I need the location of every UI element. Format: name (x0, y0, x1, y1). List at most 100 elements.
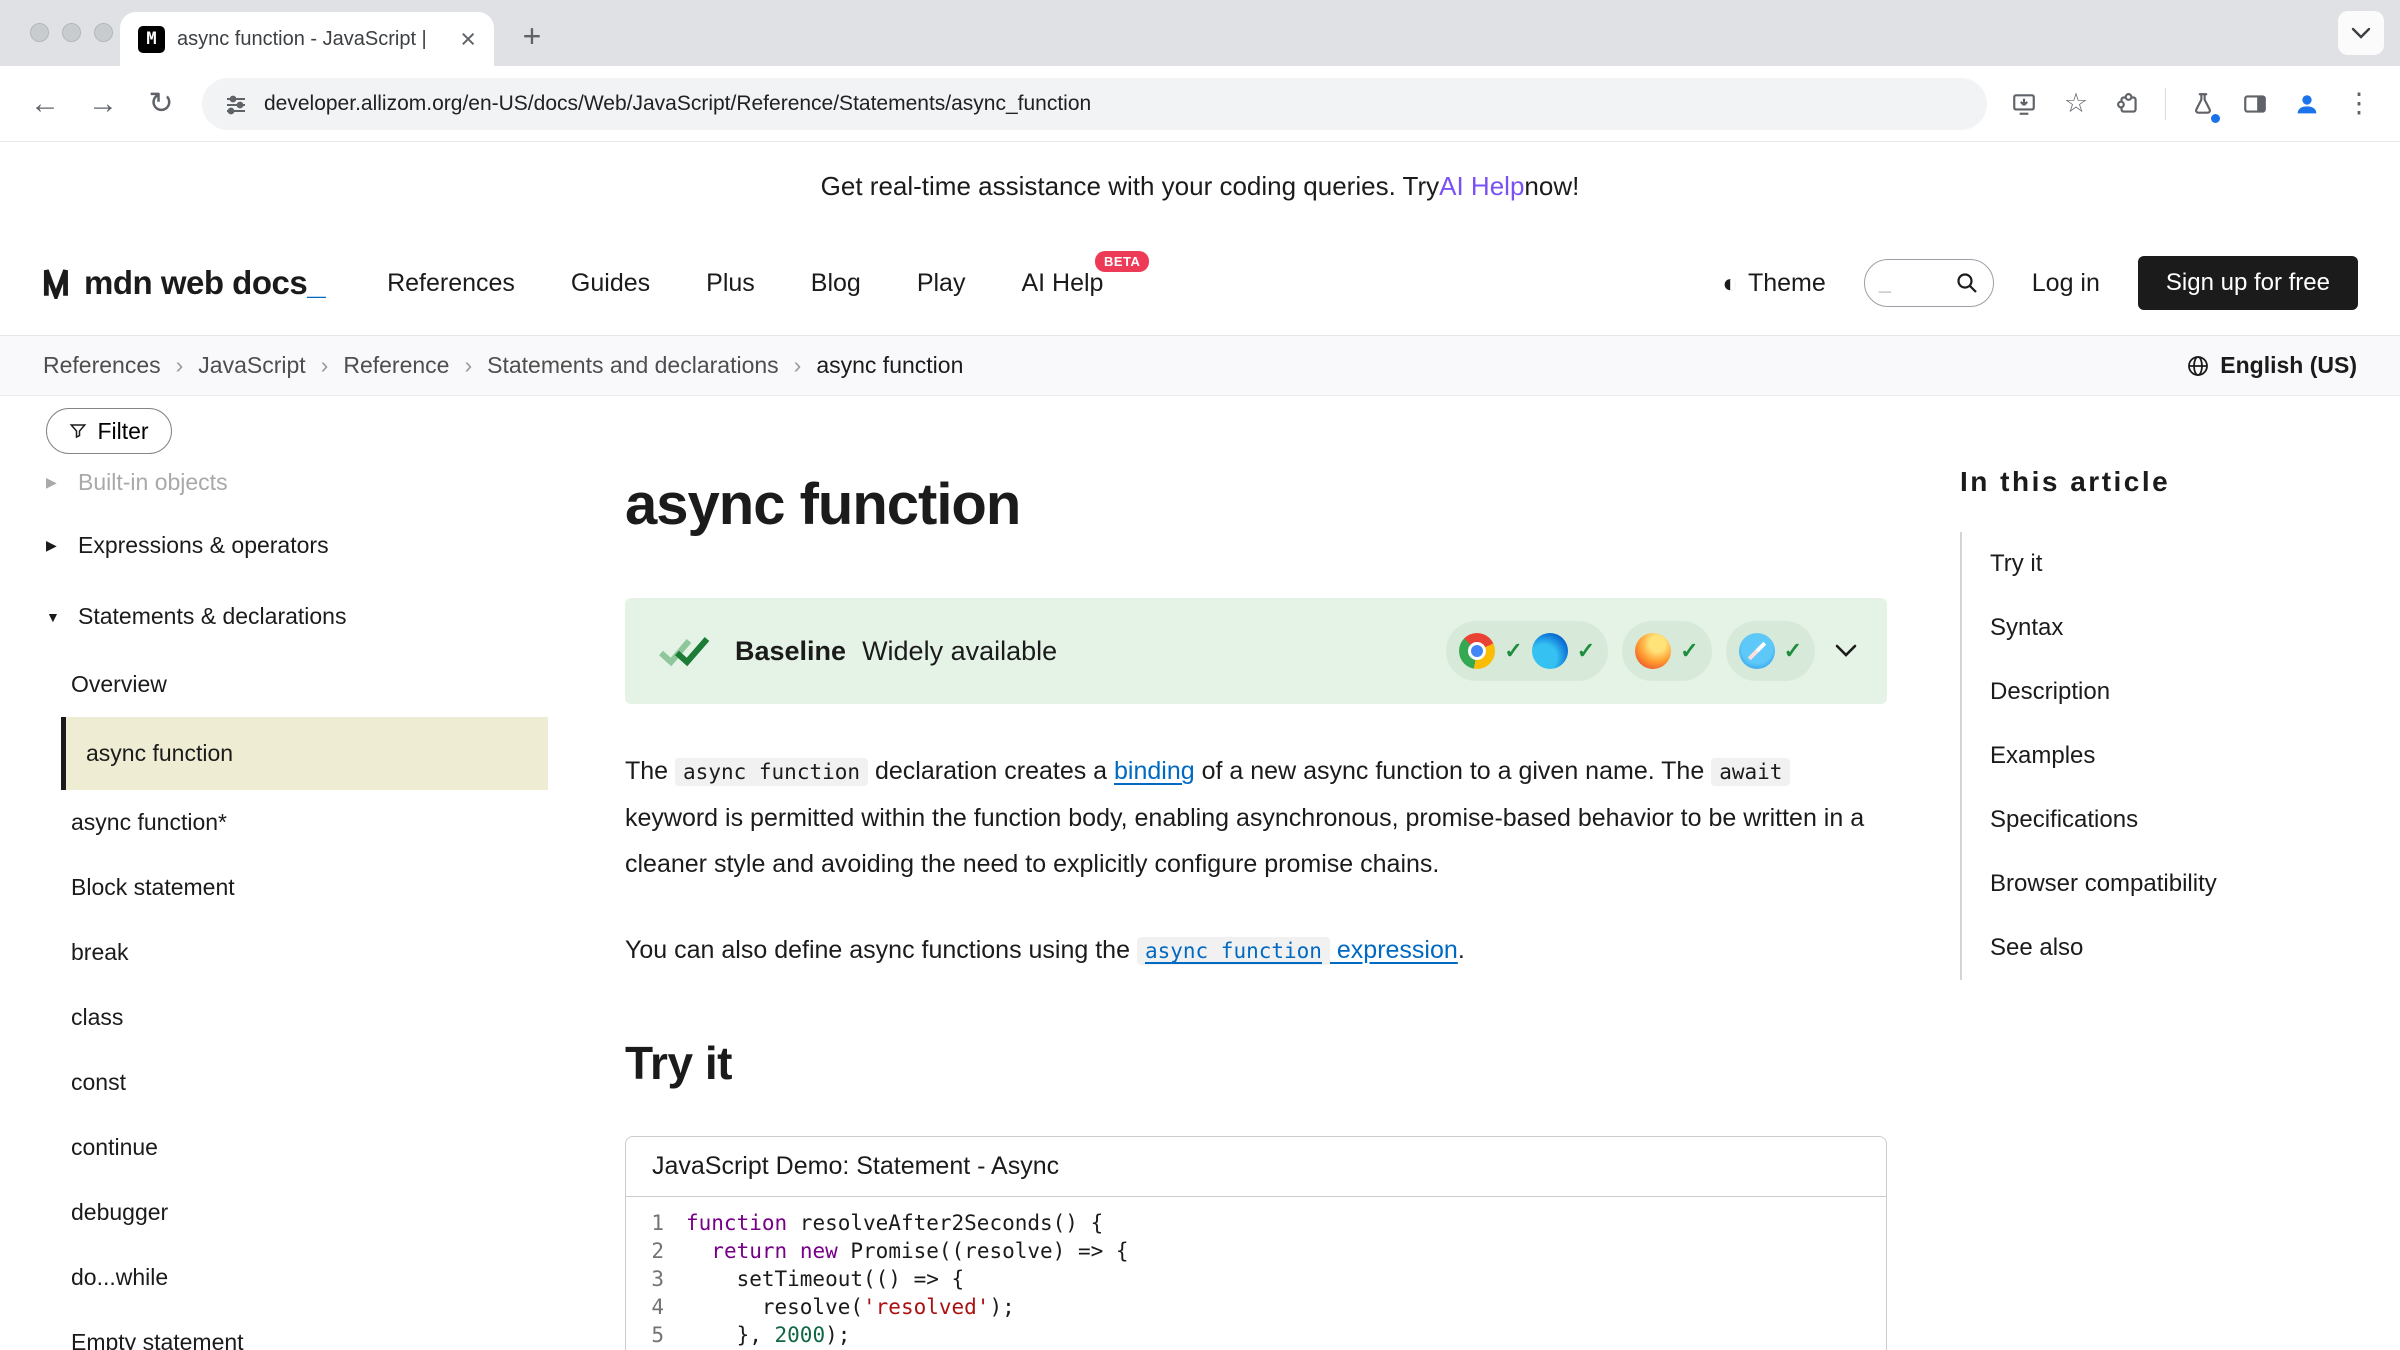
site-info-icon[interactable] (224, 92, 248, 116)
profile-icon[interactable] (2284, 81, 2330, 127)
search-input[interactable]: _ (1864, 259, 1994, 307)
breadcrumb-item[interactable]: Reference (343, 352, 449, 379)
expand-chevron-icon[interactable] (1835, 644, 1857, 658)
ai-help-banner: Get real-time assistance with your codin… (0, 142, 2400, 231)
code-token: }, (686, 1323, 775, 1347)
sidebar-item-do-while[interactable]: do...while (61, 1245, 548, 1310)
window-zoom-button[interactable] (94, 23, 113, 42)
toc-title: In this article (1960, 466, 2390, 498)
support-check-icon: ✓ (1784, 638, 1802, 664)
sidebar-section-expressions-operators[interactable]: ▶ Expressions & operators (46, 510, 560, 581)
theme-toggle[interactable]: ◐ Theme (1722, 268, 1826, 299)
language-switcher[interactable]: English (US) (2186, 352, 2357, 379)
sidebar-item-break[interactable]: break (61, 920, 548, 985)
sidebar-item-block-statement[interactable]: Block statement (61, 855, 548, 920)
main-navigation: References Guides Plus Blog Play AI Help… (387, 269, 1103, 298)
safari-icon (1739, 633, 1775, 669)
sidebar-section-statements-declarations[interactable]: ▼ Statements & declarations (46, 581, 560, 652)
toc-item-specifications[interactable]: Specifications (1990, 788, 2390, 852)
mdn-logo-text: mdn web docs_ (84, 264, 325, 302)
support-check-icon: ✓ (1577, 638, 1595, 664)
toc-link[interactable]: Syntax (1990, 614, 2063, 642)
extensions-icon[interactable] (2105, 81, 2151, 127)
breadcrumb-current: async function (816, 352, 963, 379)
forward-button[interactable]: → (76, 77, 130, 131)
line-number: 3 (626, 1265, 686, 1293)
toc-item-syntax[interactable]: Syntax (1990, 596, 2390, 660)
baseline-indicator[interactable]: Baseline Widely available ✓ ✓ ✓ (625, 598, 1887, 704)
search-icon (1955, 271, 1979, 295)
sidebar-item-continue[interactable]: continue (61, 1115, 548, 1180)
baseline-status: Widely available (862, 636, 1057, 667)
nav-plus[interactable]: Plus (706, 269, 755, 298)
toc-item-browser-compatibility[interactable]: Browser compatibility (1990, 852, 2390, 916)
breadcrumb-item[interactable]: Statements and declarations (487, 352, 779, 379)
support-pill-chromium: ✓ ✓ (1446, 621, 1608, 681)
text-segment: You can also define async functions usin… (625, 936, 1137, 964)
text-segment: The (625, 757, 675, 785)
tab-close-icon[interactable]: × (456, 26, 480, 53)
filter-button[interactable]: Filter (46, 408, 172, 454)
filter-label: Filter (97, 418, 148, 445)
mdn-logo[interactable]: mdn web docs_ (42, 264, 325, 302)
toc-item-see-also[interactable]: See also (1990, 916, 2390, 980)
inline-code-async-function: async function (1137, 937, 1330, 965)
toc-item-description[interactable]: Description (1990, 660, 2390, 724)
toc-link[interactable]: Browser compatibility (1990, 870, 2217, 898)
sidebar-item-empty-statement[interactable]: Empty statement (61, 1310, 548, 1350)
window-close-button[interactable] (30, 23, 49, 42)
sidebar-item-async-function[interactable]: async function (61, 717, 548, 790)
sidebar-item-overview[interactable]: Overview (61, 652, 548, 717)
toc-item-examples[interactable]: Examples (1990, 724, 2390, 788)
toc-link[interactable]: Examples (1990, 742, 2095, 770)
code-editor[interactable]: 1 function resolveAfter2Seconds() { 2 re… (626, 1197, 1886, 1350)
sidebar-item-async-function-star[interactable]: async function* (61, 790, 548, 855)
reload-button[interactable]: ↻ (134, 77, 188, 131)
breadcrumb-item[interactable]: References (43, 352, 161, 379)
nav-guides[interactable]: Guides (571, 269, 650, 298)
nav-blog[interactable]: Blog (811, 269, 861, 298)
firefox-icon (1635, 633, 1671, 669)
ai-help-banner-link[interactable]: AI Help (1439, 171, 1524, 202)
window-minimize-button[interactable] (62, 23, 81, 42)
breadcrumb-item[interactable]: JavaScript (198, 352, 305, 379)
signup-button[interactable]: Sign up for free (2138, 256, 2358, 310)
nav-ai-help[interactable]: AI HelpBETA (1021, 269, 1103, 298)
address-bar[interactable]: developer.allizom.org/en-US/docs/Web/Jav… (202, 78, 1987, 130)
toc-link[interactable]: Specifications (1990, 806, 2138, 834)
toc-link[interactable]: See also (1990, 934, 2083, 962)
code-token (787, 1239, 800, 1263)
sidebar-section-built-in-objects[interactable]: ▶ Built-in objects (46, 454, 560, 510)
login-link[interactable]: Log in (2032, 269, 2100, 298)
window-controls (30, 23, 113, 42)
side-panel-icon[interactable] (2232, 81, 2278, 127)
toc-link[interactable]: Description (1990, 678, 2110, 706)
code-token (686, 1239, 711, 1263)
nav-references[interactable]: References (387, 269, 515, 298)
browser-tab[interactable]: M async function - JavaScript | × (120, 12, 494, 66)
text-segment: keyword is permitted within the function… (625, 804, 1864, 878)
labs-flask-icon[interactable] (2180, 81, 2226, 127)
tab-search-button[interactable] (2338, 11, 2384, 55)
new-tab-button[interactable]: + (510, 14, 554, 58)
toc-item-try-it[interactable]: Try it (1990, 532, 2390, 596)
install-icon[interactable] (2001, 81, 2047, 127)
binding-link[interactable]: binding (1114, 757, 1195, 785)
async-function-expression-link[interactable]: async function expression (1137, 936, 1458, 964)
baseline-check-icon (655, 634, 713, 668)
globe-icon (2186, 354, 2210, 378)
nav-play[interactable]: Play (917, 269, 966, 298)
bookmark-star-icon[interactable]: ☆ (2053, 81, 2099, 127)
logo-cursor: _ (307, 264, 325, 301)
sidebar-item-class[interactable]: class (61, 985, 548, 1050)
support-check-icon: ✓ (1680, 638, 1698, 664)
toc-link[interactable]: Try it (1990, 550, 2042, 578)
browser-menu-icon[interactable]: ⋮ (2336, 81, 2382, 127)
breadcrumb-separator: › (464, 352, 472, 379)
support-pill-firefox: ✓ (1622, 621, 1711, 681)
try-it-heading: Try it (625, 1036, 1887, 1090)
back-button[interactable]: ← (18, 77, 72, 131)
code-token: setTimeout(() => { (686, 1267, 964, 1291)
sidebar-item-debugger[interactable]: debugger (61, 1180, 548, 1245)
sidebar-item-const[interactable]: const (61, 1050, 548, 1115)
